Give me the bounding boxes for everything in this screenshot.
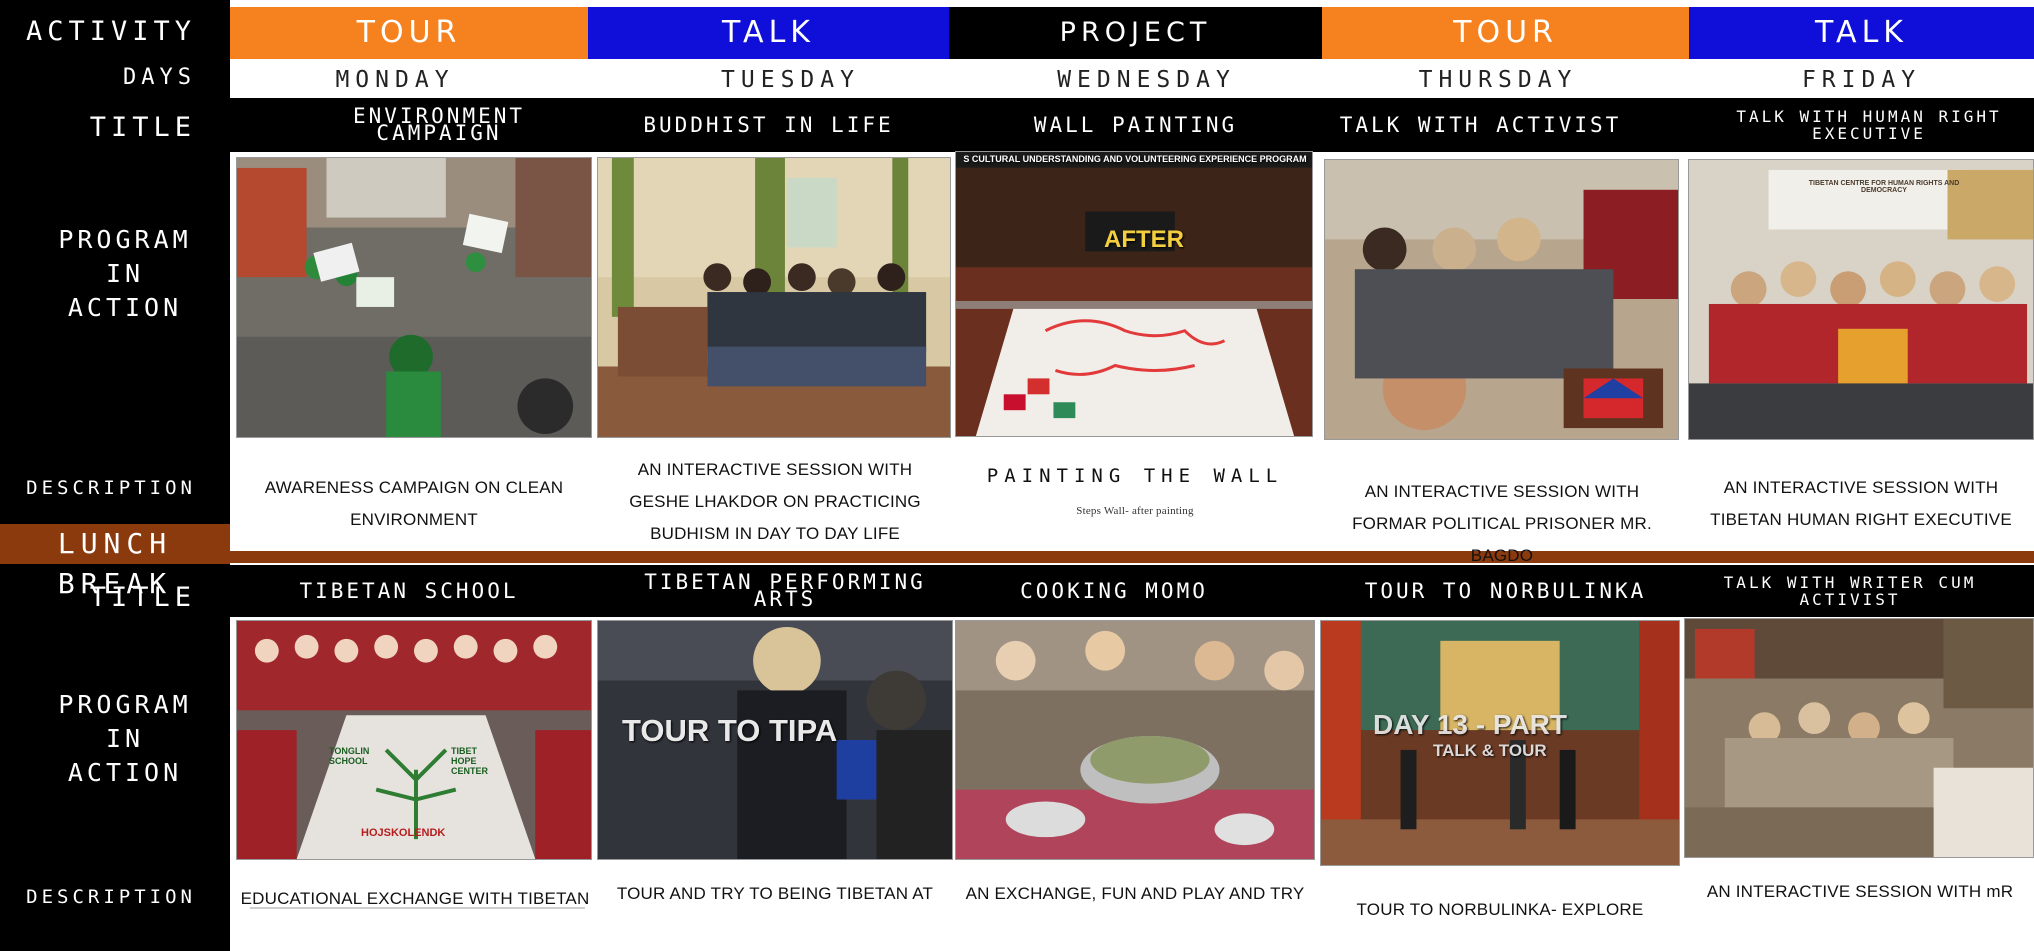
desc-cooking-momo: AN EXCHANGE, FUN AND PLAY AND TRY (965, 884, 1305, 903)
desc-wall-painting: PAINTING THE WALL (986, 465, 1284, 487)
photo-tibetan-school: TONGLIN SCHOOL TIBET HOPE CENTER HOJSKOL… (236, 620, 592, 860)
tipa-overlay-text: TOUR TO TIPA (622, 713, 838, 748)
photo-buddhist-in-life (597, 157, 951, 438)
activity-tuesday: TALK (588, 7, 949, 59)
wall-banner-text: S CULTURAL UNDERSTANDING AND VOLUNTEERIN… (963, 154, 1307, 164)
description-row-label-2: DESCRIPTION (26, 886, 196, 908)
description-row-label: DESCRIPTION (26, 477, 196, 499)
photo-talk-with-writer-cum-activist (1684, 618, 2034, 858)
title-tibetan-performing-arts: TIBETAN PERFORMING ARTS (644, 570, 926, 611)
desc-talk-with-writer-cum-activist: AN INTERACTIVE SESSION WITH mR (1706, 882, 2014, 901)
title-row-label-2: TITLE (89, 582, 196, 613)
activity-row-label: ACTIVITY (25, 16, 196, 47)
school-left-text: TONGLIN SCHOOL (329, 746, 370, 766)
school-right-text: TIBET HOPE CENTER (451, 746, 489, 776)
title-tour-to-norbulinka: TOUR TO NORBULINKA (1364, 578, 1647, 603)
day13-overlay-text: DAY 13 - PART (1373, 709, 1567, 740)
photo-tibetan-performing-arts: TOUR TO TIPA (597, 620, 953, 860)
activity-monday: TOUR (230, 7, 588, 59)
photo-talk-with-activist (1324, 159, 1679, 440)
lunch-break-label: LUNCH BREAK (0, 524, 230, 600)
photo-tour-to-norbulinka: DAY 13 - PART TALK & TOUR (1320, 620, 1680, 866)
activity-friday: TALK (1689, 7, 2034, 59)
title-talk-with-activist: TALK WITH ACTIVIST (1339, 112, 1622, 137)
activity-thursday: TOUR (1322, 7, 1689, 59)
day-friday: FRIDAY (1801, 67, 1922, 93)
photo-talk-with-human-right-executive: TIBETAN CENTRE FOR HUMAN RIGHTS AND DEMO… (1688, 159, 2034, 440)
photo-wall-painting: S CULTURAL UNDERSTANDING AND VOLUNTEERIN… (955, 151, 1313, 437)
hojskolen-text: HOJSKOLENDK (361, 827, 446, 839)
program-row-label: PROGRAM IN ACTION (58, 225, 192, 322)
talk-tour-overlay-text: TALK & TOUR (1433, 741, 1547, 760)
title-wall-painting: WALL PAINTING (1033, 112, 1238, 137)
desc-talk-with-activist: AN INTERACTIVE SESSION WITH FORMAR POLIT… (1352, 482, 1652, 565)
desc-tour-to-norbulinka: TOUR TO NORBULINKA- EXPLORE (1356, 900, 1644, 919)
activity-wednesday: PROJECT (949, 7, 1322, 59)
program-row-label-2: PROGRAM IN ACTION (58, 690, 192, 787)
title-talk-with-human-right-executive: TALK WITH HUMAN RIGHT EXECUTIVE (1736, 107, 2002, 143)
photo-cooking-momo (955, 620, 1315, 860)
lunch-break-bar (230, 551, 2034, 563)
photo-environment-campaign (236, 157, 592, 438)
after-sign-text: AFTER (1104, 226, 1184, 253)
title-talk-with-writer-cum-activist: TALK WITH WRITER CUM ACTIVIST (1723, 573, 1977, 609)
title-tibetan-school: TIBETAN SCHOOL (299, 578, 519, 603)
title-buddhist-in-life: BUDDHIST IN LIFE (643, 112, 894, 137)
desc-divider-monday (250, 907, 585, 909)
desc-environment-campaign: AWARENESS CAMPAIGN ON CLEAN ENVIRONMENT (264, 478, 564, 529)
desc-talk-with-human-right-executive: AN INTERACTIVE SESSION WITH TIBETAN HUMA… (1710, 478, 2012, 529)
desc-wall-painting-sub: Steps Wall- after painting (1076, 505, 1194, 517)
tchrd-sign-text: TIBETAN CENTRE FOR HUMAN RIGHTS AND DEMO… (1808, 180, 1960, 194)
title-row-label: TITLE (89, 112, 196, 143)
day-thursday: THURSDAY (1418, 67, 1578, 93)
day-wednesday: WEDNESDAY (1057, 67, 1236, 93)
title-environment-campaign: ENVIRONMENT CAMPAIGN (352, 104, 526, 145)
title-cooking-momo: COOKING MOMO (1020, 578, 1208, 603)
desc-buddhist-in-life: AN INTERACTIVE SESSION WITH GESHE LHAKDO… (629, 460, 921, 543)
day-tuesday: TUESDAY (721, 67, 860, 93)
days-row-label: DAYS (123, 65, 196, 90)
day-monday: MONDAY (335, 67, 455, 93)
desc-tibetan-performing-arts: TOUR AND TRY TO BEING TIBETAN AT (616, 884, 934, 903)
desc-tibetan-school: EDUCATIONAL EXCHANGE WITH TIBETAN (240, 889, 590, 908)
